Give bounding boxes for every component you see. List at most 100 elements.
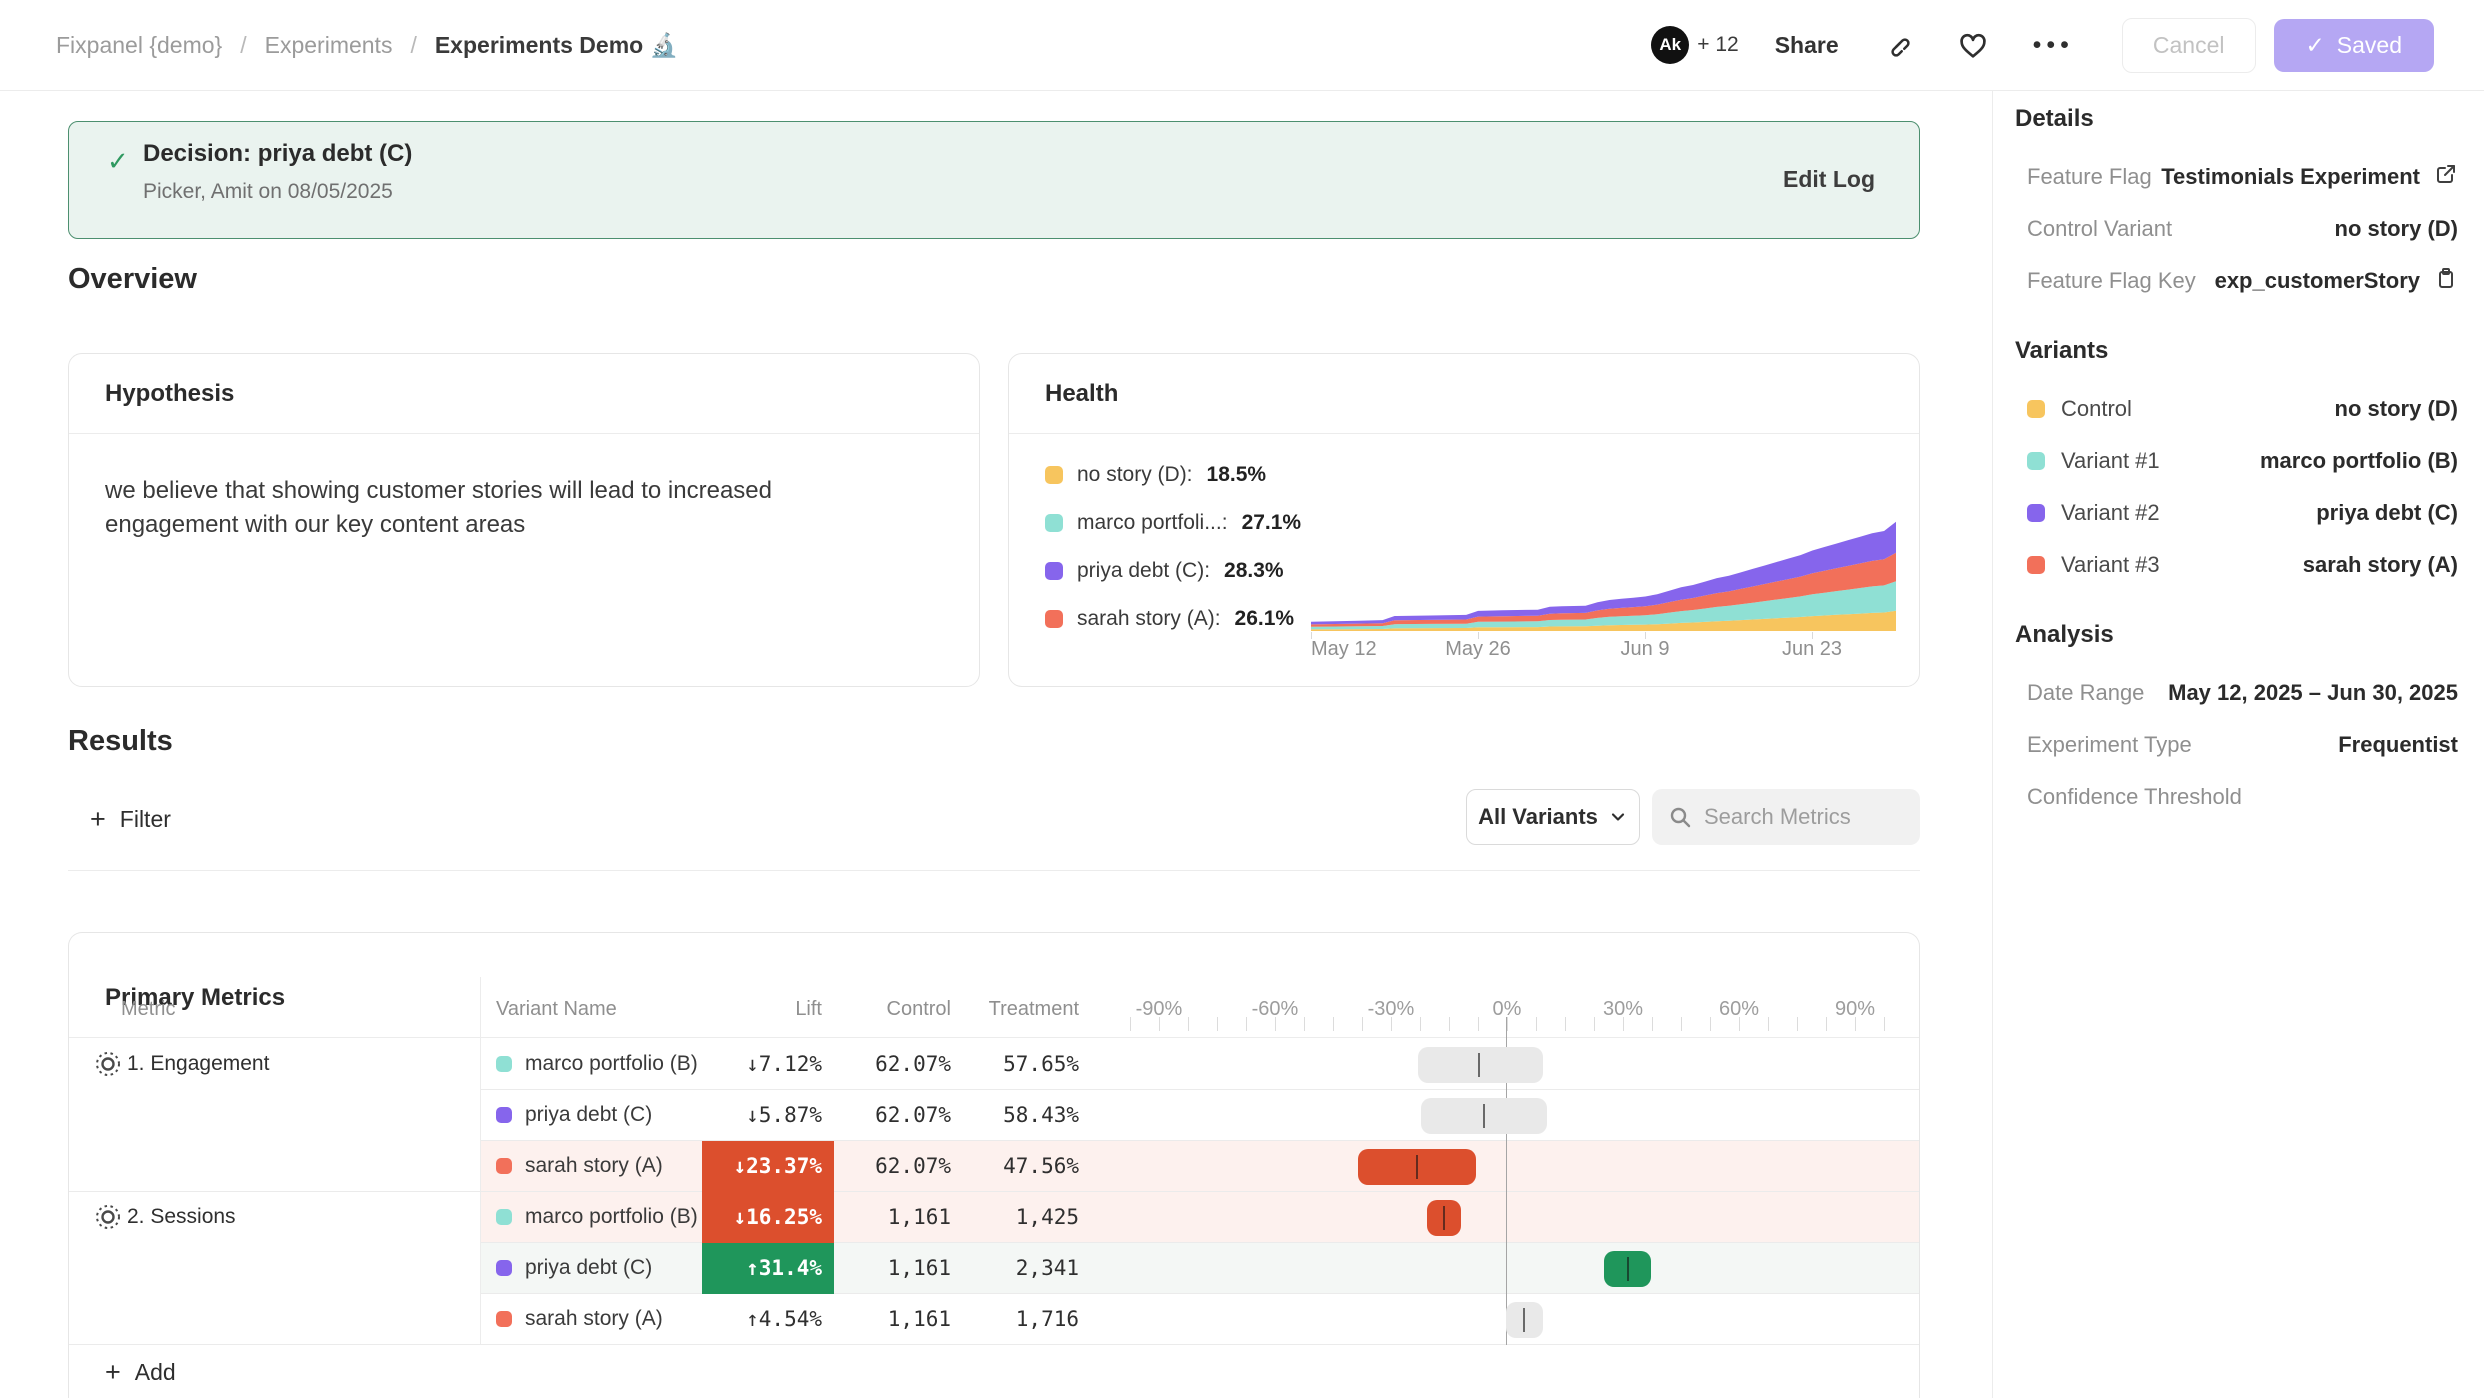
treatment-value: 2,341	[967, 1243, 1079, 1294]
hypothesis-body: we believe that showing customer stories…	[69, 434, 929, 542]
variant-color-swatch	[2027, 556, 2045, 574]
table-row[interactable]: 1. Engagementmarco portfolio (B)↓7.12%62…	[69, 1039, 1920, 1090]
legend-swatch	[1045, 610, 1063, 628]
metric-goal-icon	[95, 1204, 121, 1235]
lift-value: ↑4.54%	[702, 1294, 834, 1345]
copy-link-icon[interactable]	[1883, 30, 1913, 60]
metrics-search	[1652, 789, 1920, 845]
collaborator-count[interactable]: + 12	[1697, 33, 1738, 57]
variant-row: Control no story (D)	[2027, 393, 2458, 425]
variant-color-swatch	[2027, 452, 2045, 470]
add-label: Add	[135, 1359, 176, 1386]
confidence-interval-bar	[1604, 1251, 1651, 1287]
avatar[interactable]: Ak	[1651, 26, 1689, 64]
legend-swatch	[1045, 514, 1063, 532]
variant-key: Variant #3	[2027, 552, 2160, 578]
treatment-value: 57.65%	[967, 1039, 1079, 1090]
breadcrumb-project[interactable]: Fixpanel {demo}	[56, 32, 222, 59]
decision-subtitle: Picker, Amit on 08/05/2025	[143, 180, 393, 204]
experiment-page: Fixpanel {demo} / Experiments / Experime…	[0, 0, 2484, 1398]
share-button[interactable]: Share	[1775, 32, 1839, 59]
confidence-interval-bar	[1427, 1200, 1461, 1236]
legend-value: 28.3%	[1224, 559, 1284, 583]
more-options-button[interactable]: •••	[2033, 31, 2074, 60]
axis-minor-tick	[1188, 1017, 1189, 1031]
add-metric-button[interactable]: + Add	[69, 1345, 1920, 1398]
confidence-interval-bar	[1421, 1098, 1547, 1134]
variant-key: Variant #2	[2027, 500, 2160, 526]
variant-key-label: Variant #2	[2061, 500, 2160, 526]
axis-minor-tick	[1478, 1017, 1479, 1031]
favorite-heart-icon[interactable]	[1957, 29, 1989, 61]
variant-name: priya debt (C)	[525, 1103, 652, 1127]
copy-wrap[interactable]	[2434, 266, 2458, 296]
axis-minor-tick	[1391, 1017, 1392, 1031]
variant-key-label: Control	[2061, 396, 2132, 422]
x-axis-label: May 26	[1445, 638, 1511, 661]
external-link-wrap[interactable]	[2434, 162, 2458, 192]
table-row[interactable]: priya debt (C)↑31.4%1,1612,341	[69, 1243, 1920, 1294]
saved-button[interactable]: ✓ Saved	[2274, 19, 2435, 72]
confidence-interval-bar	[1506, 1302, 1543, 1338]
legend-value: 26.1%	[1235, 607, 1295, 631]
detail-label: Feature Flag Key	[2027, 268, 2196, 294]
lift-point-marker	[1416, 1155, 1418, 1179]
axis-minor-tick	[1304, 1017, 1305, 1031]
metric-name: 1. Engagement	[127, 1052, 269, 1076]
variant-color-swatch	[496, 1260, 512, 1276]
control-value: 62.07%	[839, 1141, 951, 1192]
edit-log-button[interactable]: Edit Log	[1783, 166, 1875, 193]
treatment-value: 58.43%	[967, 1090, 1079, 1141]
search-icon	[1668, 805, 1692, 829]
legend-label: priya debt (C):	[1077, 559, 1210, 583]
lift-point-marker	[1478, 1053, 1480, 1077]
health-stacked-area-chart	[1311, 516, 1896, 631]
variants-dropdown[interactable]: All Variants	[1466, 789, 1640, 845]
top-bar: Fixpanel {demo} / Experiments / Experime…	[0, 0, 2484, 91]
row-highlight	[481, 1243, 1920, 1294]
table-row[interactable]: 2. Sessionsmarco portfolio (B)↓16.25%1,1…	[69, 1192, 1920, 1243]
detail-value: exp_customerStory	[2215, 266, 2458, 296]
filter-label: Filter	[120, 806, 171, 833]
cancel-button[interactable]: Cancel	[2122, 18, 2256, 73]
lift-value: ↓16.25%	[702, 1192, 834, 1243]
axis-minor-tick	[1652, 1017, 1653, 1031]
variant-row: Variant #2priya debt (C)	[2027, 497, 2458, 529]
control-value: 62.07%	[839, 1090, 951, 1141]
axis-minor-tick	[1826, 1017, 1827, 1031]
analysis-label: Confidence Threshold	[2027, 784, 2242, 810]
variant-key-label: Variant #3	[2061, 552, 2160, 578]
analysis-section-title: Analysis	[2015, 621, 2458, 651]
breadcrumb-separator: /	[410, 32, 416, 59]
lift-value: ↓7.12%	[702, 1039, 834, 1090]
axis-minor-tick	[1710, 1017, 1711, 1031]
variant-color-swatch	[496, 1107, 512, 1123]
table-row[interactable]: sarah story (A)↓23.37%62.07%47.56%	[69, 1141, 1920, 1192]
control-value: 1,161	[839, 1192, 951, 1243]
add-filter-button[interactable]: + Filter	[90, 797, 171, 841]
health-card: Health no story (D):18.5%marco portfoli.…	[1008, 353, 1920, 687]
x-axis-tick	[1478, 632, 1479, 639]
hypothesis-card: Hypothesis we believe that showing custo…	[68, 353, 980, 687]
treatment-value: 47.56%	[967, 1141, 1079, 1192]
variant-name: marco portfolio (B)	[525, 1052, 698, 1076]
control-value: 1,161	[839, 1294, 951, 1345]
axis-minor-tick	[1333, 1017, 1334, 1031]
copy-icon[interactable]	[2434, 266, 2458, 290]
axis-minor-tick	[1449, 1017, 1450, 1031]
external-link-icon[interactable]	[2434, 162, 2458, 186]
axis-minor-tick	[1246, 1017, 1247, 1031]
variant-value: no story (D)	[2335, 396, 2458, 422]
variant-name: marco portfolio (B)	[525, 1205, 698, 1229]
search-metrics-input[interactable]	[1704, 804, 1894, 830]
column-header-lift: Lift	[702, 998, 822, 1021]
breadcrumb-separator: /	[240, 32, 246, 59]
hypothesis-title: Hypothesis	[105, 380, 234, 408]
x-axis-tick	[1812, 632, 1813, 639]
breadcrumb-experiments[interactable]: Experiments	[265, 32, 393, 59]
variant-color-swatch	[496, 1158, 512, 1174]
table-row[interactable]: sarah story (A)↑4.54%1,1611,716	[69, 1294, 1920, 1345]
results-heading: Results	[68, 725, 173, 758]
table-row[interactable]: priya debt (C)↓5.87%62.07%58.43%	[69, 1090, 1920, 1141]
plus-icon: +	[105, 1359, 121, 1386]
